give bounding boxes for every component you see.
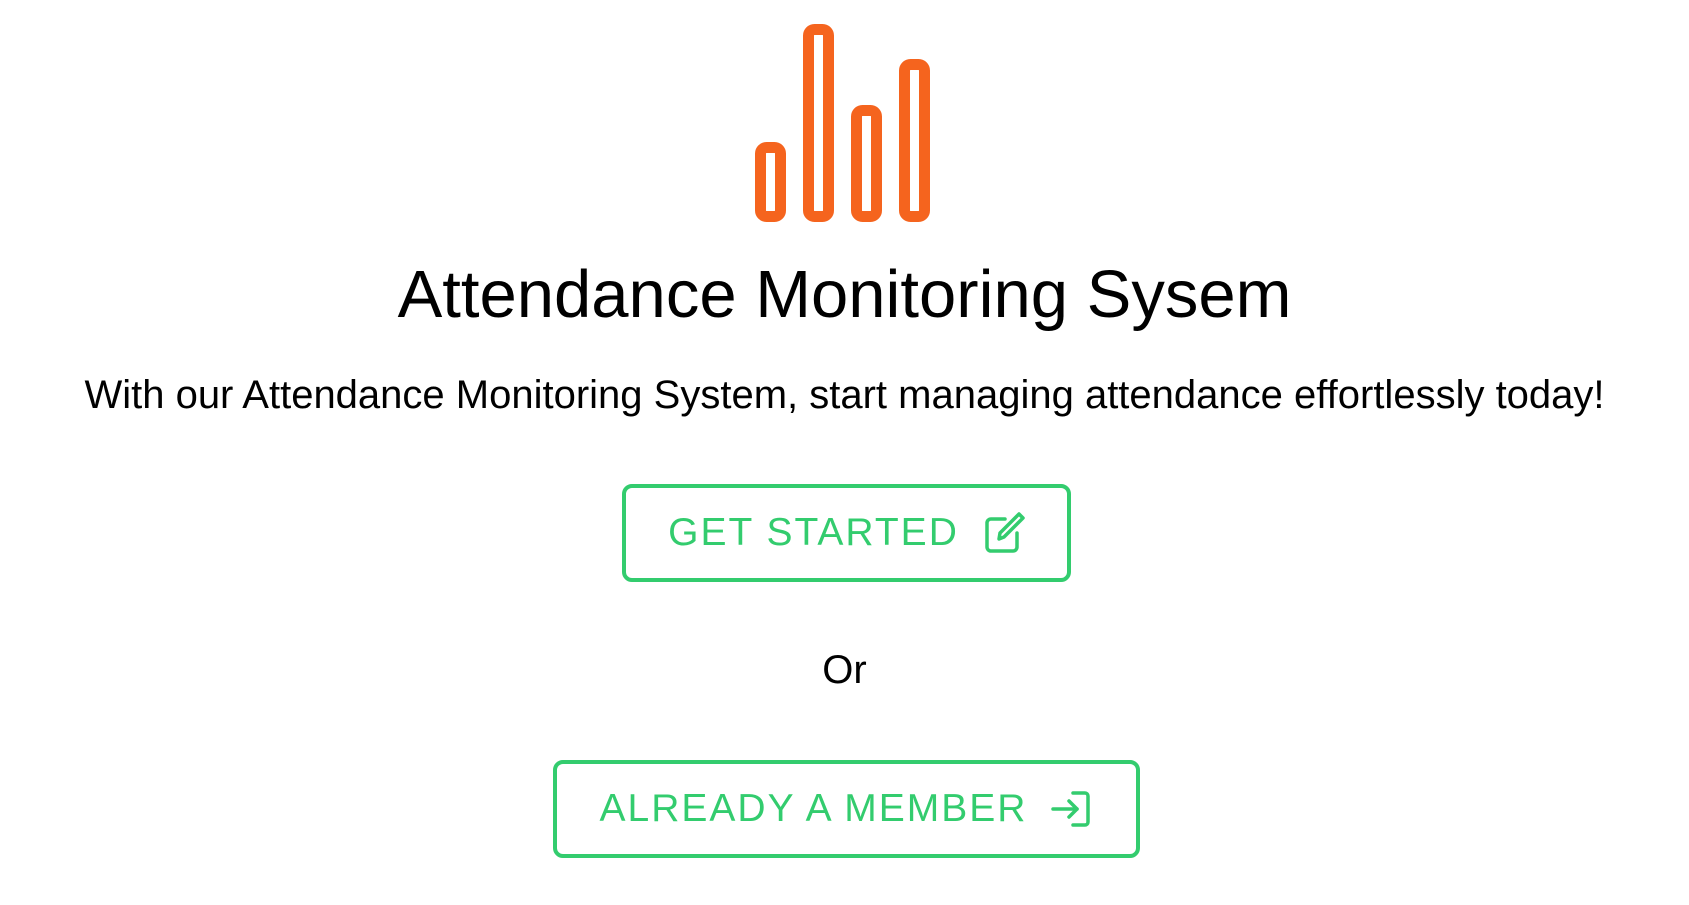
- bar-chart-icon: [755, 24, 935, 234]
- already-member-button[interactable]: ALREADY A MEMBER: [553, 760, 1140, 858]
- landing-page: Attendance Monitoring Sysem With our Att…: [0, 0, 1689, 905]
- get-started-button[interactable]: GET STARTED: [622, 484, 1071, 582]
- edit-icon: [981, 511, 1025, 555]
- page-subtitle: With our Attendance Monitoring System, s…: [84, 373, 1605, 417]
- already-member-label: ALREADY A MEMBER: [599, 787, 1028, 830]
- get-started-label: GET STARTED: [668, 511, 959, 554]
- page-title: Attendance Monitoring Sysem: [397, 257, 1292, 332]
- sign-in-icon: [1049, 787, 1093, 831]
- separator-text: Or: [822, 648, 867, 692]
